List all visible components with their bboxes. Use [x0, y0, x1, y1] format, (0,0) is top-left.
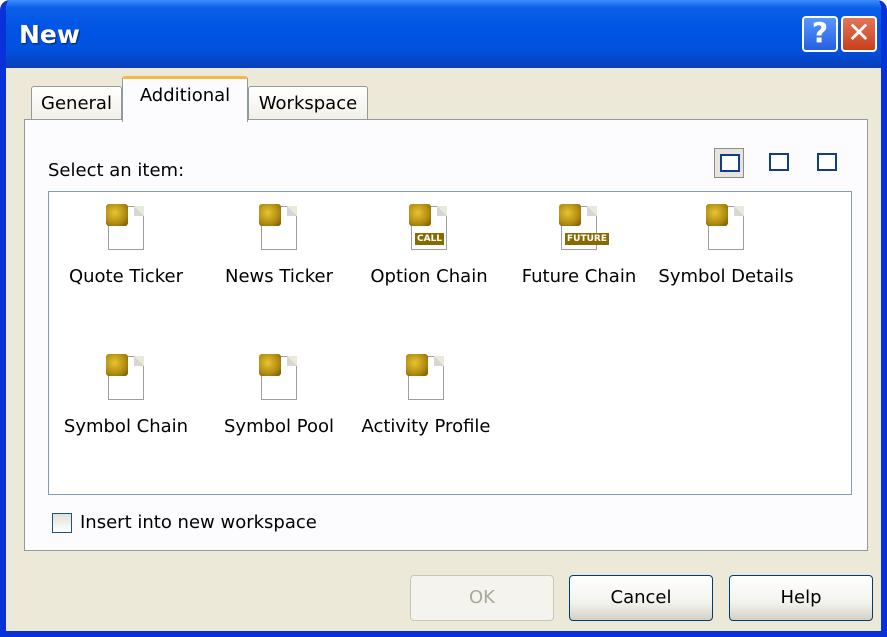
future-badge: FUTURE [565, 233, 609, 245]
list-item-symbol-details[interactable]: Symbol Details [651, 196, 801, 316]
help-title-button[interactable]: ? [802, 16, 838, 52]
item-list[interactable]: Quote Ticker News Ticker CALL Option Cha… [48, 191, 852, 495]
window-title: New [19, 20, 80, 49]
symbol-chain-icon [106, 354, 144, 400]
item-label: Option Chain [370, 266, 488, 287]
item-label: Symbol Pool [223, 416, 334, 437]
select-item-label: Select an item: [48, 160, 185, 181]
item-label: News Ticker [225, 266, 333, 287]
tab-additional[interactable]: Additional [122, 76, 248, 122]
details-view-button[interactable] [812, 148, 842, 178]
list-item-activity-profile[interactable]: Activity Profile [351, 346, 501, 466]
large-icons-view-button[interactable] [714, 148, 744, 178]
list-item-symbol-pool[interactable]: Symbol Pool [204, 346, 354, 466]
small-icons-view-button[interactable] [764, 148, 794, 178]
item-label: Symbol Details [658, 266, 794, 287]
symbol-pool-icon [259, 354, 297, 400]
list-item-option-chain[interactable]: CALL Option Chain [354, 196, 504, 316]
news-ticker-icon [259, 204, 297, 250]
details-view-icon [817, 153, 837, 171]
close-button[interactable]: ✕ [841, 16, 877, 52]
quote-ticker-icon [106, 204, 144, 250]
title-bar[interactable]: New ? ✕ [6, 0, 881, 68]
cancel-button[interactable]: Cancel [569, 575, 713, 621]
help-button[interactable]: Help [729, 575, 873, 621]
list-item-quote-ticker[interactable]: Quote Ticker [51, 196, 201, 316]
small-icons-view-icon [769, 153, 789, 171]
call-badge: CALL [415, 233, 445, 245]
item-label: Quote Ticker [68, 266, 184, 287]
large-icons-view-icon [720, 154, 740, 172]
tab-workspace[interactable]: Workspace [248, 86, 368, 120]
item-label: Future Chain [521, 266, 637, 287]
activity-profile-icon [406, 354, 444, 400]
list-item-news-ticker[interactable]: News Ticker [204, 196, 354, 316]
ok-button[interactable]: OK [410, 575, 554, 621]
item-label: Symbol Chain [63, 416, 189, 437]
item-label: Activity Profile [361, 416, 491, 437]
insert-workspace-label: Insert into new workspace [80, 512, 317, 533]
tab-general[interactable]: General [31, 86, 122, 120]
insert-workspace-checkbox[interactable] [52, 513, 72, 533]
list-item-symbol-chain[interactable]: Symbol Chain [51, 346, 201, 466]
symbol-details-icon [706, 204, 744, 250]
future-chain-icon: FUTURE [559, 204, 609, 250]
list-item-future-chain[interactable]: FUTURE Future Chain [504, 196, 654, 316]
option-chain-icon: CALL [409, 204, 447, 250]
